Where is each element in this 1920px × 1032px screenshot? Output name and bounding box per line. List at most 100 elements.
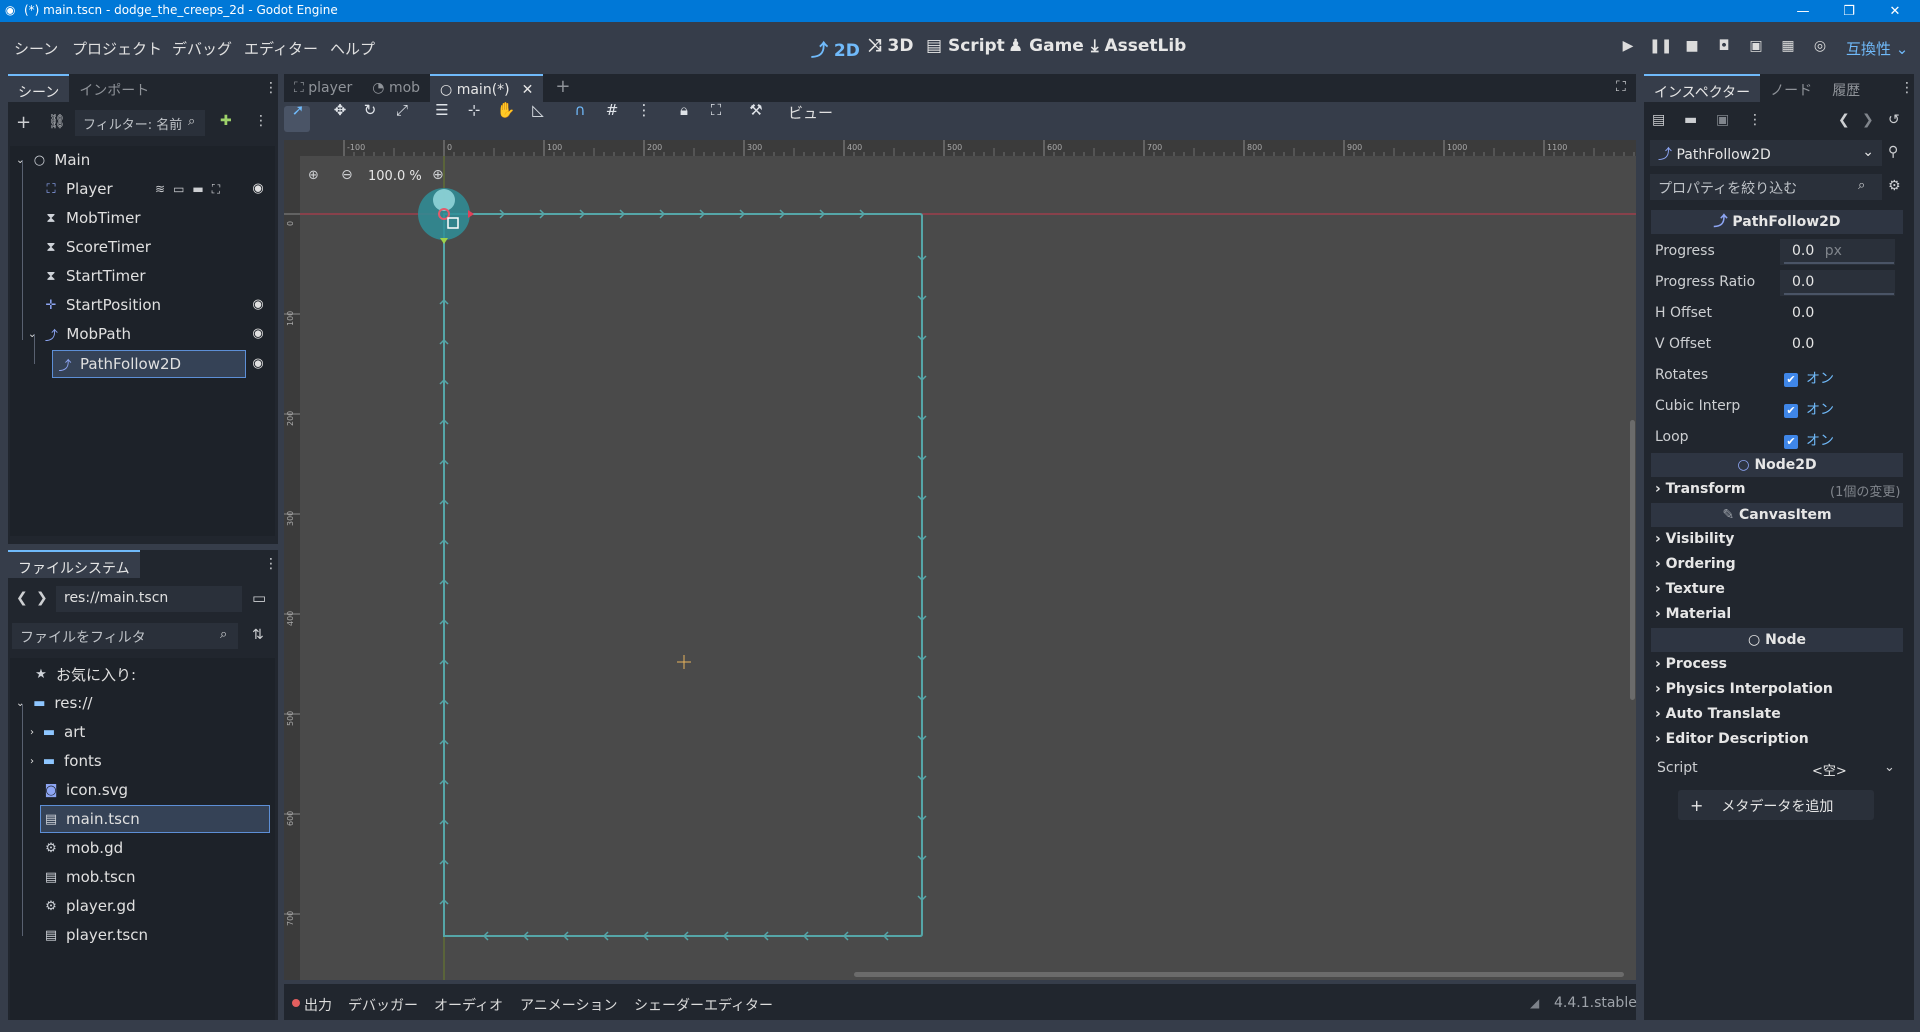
section-visibility[interactable]: › Visibility: [1655, 531, 1734, 547]
v-offset-field[interactable]: 0.0: [1780, 332, 1895, 358]
fs-item-mob-gd[interactable]: ⚙ mob.gd: [42, 834, 123, 862]
fs-item-art[interactable]: › ▬ art: [30, 718, 85, 746]
select-mode-icon[interactable]: ➚: [286, 98, 310, 122]
mode-assetlib-button[interactable]: ⤓ AssetLib: [1091, 36, 1186, 56]
distraction-free-icon[interactable]: ⛶: [1616, 79, 1626, 95]
cubic-interp-checkbox[interactable]: ✔ オン: [1784, 399, 1834, 419]
chevron-down-icon[interactable]: ⌄: [16, 155, 24, 166]
add-node-icon[interactable]: +: [16, 112, 31, 133]
property-options-icon[interactable]: ⚙: [1888, 178, 1901, 194]
tab-node[interactable]: ノード: [1760, 74, 1822, 102]
group-icon[interactable]: ⛶: [704, 98, 728, 122]
chevron-down-icon[interactable]: ⌄: [1884, 760, 1895, 775]
center-view-icon[interactable]: ⊕: [308, 168, 319, 183]
dock-menu-icon[interactable]: ⋮: [1900, 80, 1914, 96]
bottom-tab-debugger[interactable]: デバッガー: [348, 995, 418, 1015]
section-material[interactable]: › Material: [1655, 606, 1731, 622]
mode-game-button[interactable]: ♟ Game: [1008, 36, 1084, 56]
open-folder-icon[interactable]: ▬: [1684, 112, 1697, 128]
dock-menu-icon[interactable]: ⋮: [264, 80, 278, 96]
save-resource-icon[interactable]: ▣: [1716, 112, 1729, 128]
section-ordering[interactable]: › Ordering: [1655, 556, 1736, 572]
scale-mode-icon[interactable]: ⤢: [390, 98, 414, 122]
section-texture[interactable]: › Texture: [1655, 581, 1725, 597]
menu-help[interactable]: ヘルプ: [330, 38, 375, 59]
tree-node-mobtimer[interactable]: ⧗ MobTimer: [42, 204, 140, 232]
bottom-tab-shader-editor[interactable]: シェーダーエディター: [634, 995, 773, 1015]
object-history-icon[interactable]: ↺: [1888, 112, 1900, 128]
movie-maker-icon[interactable]: ◎: [1809, 38, 1831, 60]
fs-item-main-tscn[interactable]: ▤ main.tscn: [42, 805, 140, 833]
new-resource-icon[interactable]: ▤: [1652, 112, 1665, 128]
lock-icon[interactable]: 🔒︎: [672, 98, 696, 122]
tree-node-player[interactable]: ⛶ Player: [42, 175, 112, 203]
history-forward-icon[interactable]: ❯: [1862, 112, 1874, 128]
tree-node-starttimer[interactable]: ⧗ StartTimer: [42, 262, 145, 290]
scene-options-icon[interactable]: ⋮: [254, 113, 268, 129]
renderer-dropdown[interactable]: 互換性 ⌄: [1846, 38, 1908, 59]
chevron-right-icon[interactable]: ›: [30, 727, 34, 738]
node-selector[interactable]: ⤴ PathFollow2D ⌄: [1650, 140, 1882, 166]
open-scene-icon[interactable]: ▬: [192, 182, 211, 196]
y-handle-icon[interactable]: [440, 238, 448, 244]
split-view-icon[interactable]: ▭: [252, 589, 266, 607]
move-mode-icon[interactable]: ✥: [328, 98, 352, 122]
tree-node-mobpath[interactable]: ⌄ ⤴ MobPath: [28, 320, 131, 348]
close-window-button[interactable]: ✕: [1875, 0, 1915, 22]
remote-debug-icon[interactable]: ◘: [1713, 38, 1735, 60]
menu-scene[interactable]: シーン: [14, 38, 58, 59]
section-transform[interactable]: › Transform: [1655, 481, 1746, 497]
list-select-icon[interactable]: ☰: [430, 98, 454, 122]
fs-item-icon-svg[interactable]: ◙ icon.svg: [42, 776, 128, 804]
zoom-in-icon[interactable]: ⊕: [432, 167, 444, 183]
pan-mode-icon[interactable]: ✋: [494, 98, 518, 122]
signal-icon[interactable]: ≋: [155, 182, 173, 196]
chevron-right-icon[interactable]: ›: [30, 756, 34, 767]
smart-snap-icon[interactable]: ∩: [568, 98, 592, 122]
rotate-mode-icon[interactable]: ↻: [358, 98, 382, 122]
fs-path-field[interactable]: res://main.tscn: [56, 586, 242, 612]
play-scene-icon[interactable]: ▣: [1745, 38, 1767, 60]
stop-icon[interactable]: ■: [1681, 38, 1703, 60]
dock-menu-icon[interactable]: ⋮: [264, 556, 278, 572]
horizontal-scrollbar[interactable]: [854, 972, 1624, 977]
pause-icon[interactable]: ❚❚: [1649, 38, 1672, 60]
minimize-button[interactable]: —: [1783, 0, 1823, 22]
fs-item-fonts[interactable]: › ▬ fonts: [30, 747, 102, 775]
progress-ratio-slider[interactable]: [1784, 293, 1894, 295]
close-tab-icon[interactable]: ✕: [522, 82, 534, 98]
favorites-row[interactable]: ★ お気に入り:: [32, 660, 136, 688]
ruler-mode-icon[interactable]: ◺: [526, 98, 550, 122]
tab-inspector[interactable]: インスペクター: [1644, 74, 1761, 102]
mode-2d-button[interactable]: ⤴ 2D: [811, 36, 860, 61]
add-metadata-button[interactable]: + メタデータを追加: [1678, 790, 1874, 820]
chevron-down-icon[interactable]: ⌄: [16, 698, 24, 709]
attach-script-icon[interactable]: ✚: [220, 113, 232, 129]
back-icon[interactable]: ❮: [16, 590, 28, 606]
restore-button[interactable]: ❐: [1829, 0, 1869, 22]
script-value[interactable]: <空>: [1812, 760, 1847, 779]
mode-script-button[interactable]: ▤ Script: [926, 36, 1005, 56]
pivot-mode-icon[interactable]: ⊹: [462, 98, 486, 122]
visibility-eye-icon[interactable]: ◉: [250, 297, 266, 312]
tree-node-main[interactable]: ⌄ ○ Main: [16, 146, 90, 174]
bottom-tab-audio[interactable]: オーディオ: [434, 995, 503, 1015]
instance-icon[interactable]: ⛶: [212, 182, 228, 196]
menu-project[interactable]: プロジェクト: [72, 38, 162, 59]
view-menu-button[interactable]: ビュー: [788, 102, 833, 123]
fs-item-mob-tscn[interactable]: ▤ mob.tscn: [42, 863, 136, 891]
player-node-badges[interactable]: ≋▭▬⛶: [155, 182, 228, 197]
section-process[interactable]: › Process: [1655, 656, 1727, 672]
property-filter-input[interactable]: プロパティを絞り込む: [1650, 174, 1882, 200]
link-icon[interactable]: ⛓: [48, 114, 66, 130]
visibility-eye-icon[interactable]: ◉: [250, 181, 266, 196]
play-custom-scene-icon[interactable]: ▦: [1777, 38, 1799, 60]
loop-checkbox[interactable]: ✔ オン: [1784, 430, 1834, 450]
fs-item-player-tscn[interactable]: ▤ player.tscn: [42, 921, 148, 949]
forward-icon[interactable]: ❯: [36, 590, 48, 606]
visibility-eye-icon[interactable]: ◉: [250, 326, 266, 341]
group-icon[interactable]: ▭: [173, 182, 192, 196]
play-icon[interactable]: ▶: [1617, 38, 1639, 60]
fs-item-player-gd[interactable]: ⚙ player.gd: [42, 892, 135, 920]
progress-slider[interactable]: [1784, 262, 1894, 264]
